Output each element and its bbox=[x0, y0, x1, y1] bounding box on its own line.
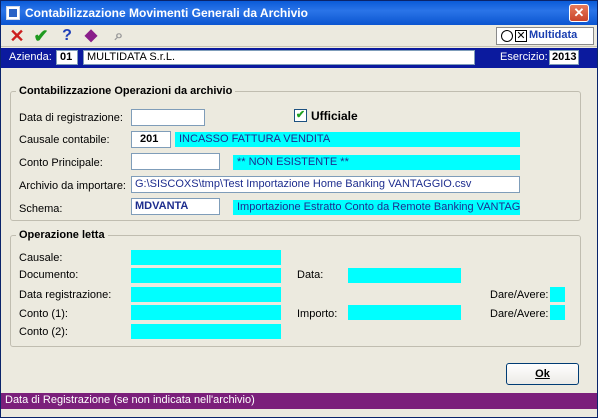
importo-label: Importo: bbox=[297, 308, 338, 320]
documento-label: Documento: bbox=[19, 269, 79, 281]
causale-label: Causale: bbox=[19, 252, 63, 264]
importo-value bbox=[348, 305, 461, 320]
conto-2-label: Conto (2): bbox=[19, 326, 68, 338]
causale-value bbox=[131, 250, 281, 265]
dare-avere-value-2 bbox=[550, 305, 565, 320]
ufficiale-label: Ufficiale bbox=[311, 109, 358, 123]
toolbar: ✕ ✔ ? ◆ ⌕ ✕ Multidata bbox=[1, 25, 597, 47]
schema-label: Schema: bbox=[19, 203, 63, 215]
data-value bbox=[348, 268, 461, 283]
confirm-icon[interactable]: ✔ bbox=[31, 26, 51, 46]
documento-value bbox=[131, 268, 281, 283]
registration-date-field[interactable] bbox=[131, 109, 205, 126]
dare-avere-label-2: Dare/Avere: bbox=[490, 308, 549, 320]
company-label: Azienda: bbox=[9, 51, 52, 63]
data-registrazione-label: Data registrazione: bbox=[19, 289, 112, 301]
cancel-icon[interactable]: ✕ bbox=[7, 26, 27, 46]
binoculars-icon[interactable]: ⌕ bbox=[109, 26, 129, 46]
diamond-icon[interactable]: ◆ bbox=[81, 26, 101, 46]
schema-description: Importazione Estratto Conto da Remote Ba… bbox=[233, 200, 520, 215]
app-icon bbox=[6, 6, 20, 20]
help-icon[interactable]: ? bbox=[57, 26, 77, 46]
archivio-path-field[interactable]: G:\SISCOXS\tmp\Test Importazione Home Ba… bbox=[131, 176, 520, 193]
conto-principale-field[interactable] bbox=[131, 153, 220, 170]
company-code-field[interactable]: 01 bbox=[56, 50, 78, 65]
ok-button[interactable]: Ok bbox=[506, 363, 579, 385]
registration-date-label: Data di registrazione: bbox=[19, 112, 123, 124]
conto-1-label: Conto (1): bbox=[19, 308, 68, 320]
dare-avere-value-1 bbox=[550, 287, 565, 302]
conto-2-value bbox=[131, 324, 281, 339]
schema-field[interactable]: MDVANTA bbox=[131, 198, 220, 215]
year-field[interactable]: 2013 bbox=[549, 50, 579, 65]
main-window: Contabilizzazione Movimenti Generali da … bbox=[0, 0, 598, 418]
causale-code-field[interactable]: 201 bbox=[131, 131, 171, 148]
causale-contabile-label: Causale contabile: bbox=[19, 134, 110, 146]
logo-text: Multidata bbox=[529, 29, 578, 41]
company-bar: Azienda: 01 MULTIDATA S.r.L. Esercizio: … bbox=[1, 48, 597, 68]
operation-read-title: Operazione letta bbox=[16, 229, 108, 241]
logo-x-icon: ✕ bbox=[515, 30, 527, 42]
archivio-label: Archivio da importare: bbox=[19, 180, 126, 192]
multidata-logo: ✕ Multidata bbox=[496, 27, 594, 45]
logo-circle-icon bbox=[501, 30, 513, 42]
window-title: Contabilizzazione Movimenti Generali da … bbox=[25, 6, 308, 20]
conto-principale-description: ** NON ESISTENTE ** bbox=[233, 155, 520, 170]
year-label: Esercizio: bbox=[500, 51, 548, 63]
dare-avere-label-1: Dare/Avere: bbox=[490, 289, 549, 301]
data-label: Data: bbox=[297, 269, 324, 281]
ufficiale-checkbox[interactable]: ✔ bbox=[294, 109, 307, 122]
causale-description: INCASSO FATTURA VENDITA bbox=[175, 132, 520, 147]
conto-principale-label: Conto Principale: bbox=[19, 157, 103, 169]
company-name-field: MULTIDATA S.r.L. bbox=[83, 50, 475, 65]
conto-1-value bbox=[131, 305, 281, 320]
title-bar: Contabilizzazione Movimenti Generali da … bbox=[1, 1, 597, 25]
close-button[interactable]: ✕ bbox=[569, 4, 589, 22]
status-text: Data di Registrazione (se non indicata n… bbox=[1, 393, 597, 409]
import-operations-title: Contabilizzazione Operazioni da archivio bbox=[16, 85, 236, 97]
status-bar: Data di Registrazione (se non indicata n… bbox=[1, 391, 597, 417]
data-registrazione-value bbox=[131, 287, 281, 302]
